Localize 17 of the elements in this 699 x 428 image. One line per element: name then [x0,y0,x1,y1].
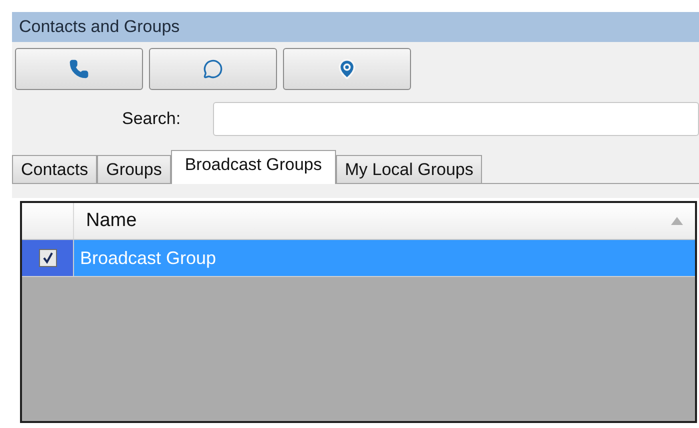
search-field[interactable] [213,102,699,136]
row-checkbox[interactable] [38,249,56,267]
tab[interactable]: Broadcast Groups [170,150,336,184]
search-label: Search: [122,108,182,130]
tab[interactable]: Contacts [12,155,98,183]
tab[interactable]: Groups [97,155,171,183]
table-cell-text: Broadcast Group [79,246,218,270]
message-button[interactable] [149,48,277,90]
speech-bubble-icon [203,59,223,79]
sort-up-icon [671,217,683,225]
call-button[interactable] [15,48,143,90]
window-title: Contacts and Groups [19,16,180,38]
map-pin-icon [336,58,358,80]
tab[interactable]: My Local Groups [336,155,482,183]
phone-icon [69,59,89,79]
location-button[interactable] [283,48,411,90]
checkmark-icon [42,252,54,264]
